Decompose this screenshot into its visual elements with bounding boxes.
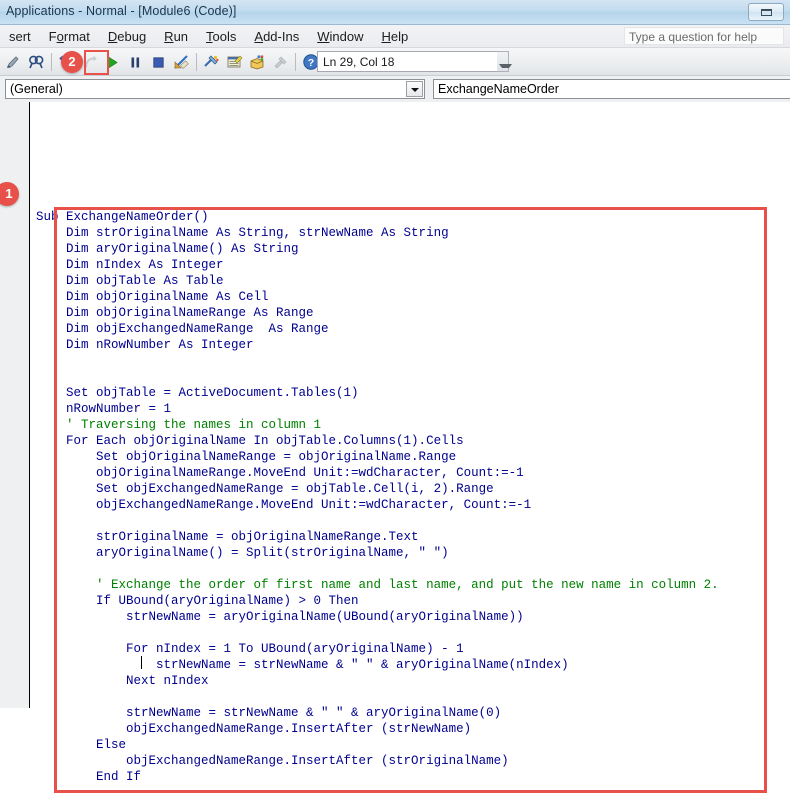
text-caret (141, 656, 142, 669)
code-line: Else (36, 738, 127, 752)
project-explorer-icon[interactable] (200, 51, 223, 74)
object-dropdown[interactable]: (General) (5, 79, 425, 99)
code-line: For Each objOriginalName In objTable.Col… (36, 434, 464, 448)
menu-item-insert[interactable]: sert (0, 27, 40, 46)
code-line: strOriginalName = objOriginalNameRange.T… (36, 530, 419, 544)
code-line: Set objExchangedNameRange = objTable.Cel… (36, 482, 494, 496)
code-line: Set objOriginalNameRange = objOriginalNa… (36, 450, 457, 464)
find-icon[interactable] (25, 51, 48, 74)
toolbar-separator (295, 53, 296, 71)
object-dropdown-value: (General) (10, 82, 63, 96)
menu-bar: sert Format Debug Run Tools Add-Ins Wind… (0, 25, 790, 48)
toolbox-icon (269, 51, 292, 74)
code-line: For nIndex = 1 To UBound(aryOriginalName… (36, 642, 464, 656)
code-line: Dim objOriginalNameRange As Range (36, 306, 314, 320)
code-line: Next nIndex (36, 674, 209, 688)
code-line: Dim nIndex As Integer (36, 258, 224, 272)
code-line: If UBound(aryOriginalName) > 0 Then (36, 594, 359, 608)
code-line: Dim objOriginalName As Cell (36, 290, 269, 304)
code-line: objExchangedNameRange.InsertAfter (strNe… (36, 722, 472, 736)
code-line: Dim aryOriginalName() As String (36, 242, 299, 256)
menu-item-tools[interactable]: Tools (197, 27, 245, 46)
code-line: objExchangedNameRange.MoveEnd Unit:=wdCh… (36, 498, 532, 512)
menu-item-run[interactable]: Run (155, 27, 197, 46)
toolbar-icon-group: ? (2, 50, 322, 74)
code-line: ' Traversing the names in column 1 (36, 418, 322, 432)
code-line: Dim objTable As Table (36, 274, 224, 288)
code-line: objOriginalNameRange.MoveEnd Unit:=wdCha… (36, 466, 524, 480)
window-title: Applications - Normal - [Module6 (Code)] (6, 4, 237, 18)
line-column-indicator: Ln 29, Col 18 (317, 51, 507, 72)
menu-item-format[interactable]: Format (40, 27, 99, 46)
code-line: strNewName = aryOriginalName(UBound(aryO… (36, 610, 524, 624)
code-line: Dim objExchangedNameRange As Range (36, 322, 329, 336)
menu-item-add-ins[interactable]: Add-Ins (245, 27, 308, 46)
svg-text:?: ? (307, 57, 313, 69)
procedure-dropdown[interactable]: ExchangeNameOrder (433, 79, 790, 99)
code-line: Set objTable = ActiveDocument.Tables(1) (36, 386, 359, 400)
toolbar-separator (196, 53, 197, 71)
code-line: Dim nRowNumber As Integer (36, 338, 254, 352)
procedure-dropdown-value: ExchangeNameOrder (438, 82, 559, 96)
design-mode-icon[interactable] (2, 51, 25, 74)
code-text[interactable]: Sub ExchangeNameOrder() Dim strOriginalN… (36, 209, 778, 789)
restore-window-button[interactable] (748, 3, 784, 21)
code-line: nRowNumber = 1 (36, 402, 172, 416)
standard-toolbar: ? Ln 29, Col 18 (0, 48, 790, 76)
code-pane-header: (General) ExchangeNameOrder (0, 76, 790, 102)
design-mode-toggle-icon[interactable] (170, 51, 193, 74)
line-column-value: Ln 29, Col 18 (323, 55, 395, 69)
toolbar-overflow-handle[interactable] (497, 51, 512, 72)
ask-a-question-box[interactable]: Type a question for help (624, 27, 784, 45)
code-line: Dim strOriginalName As String, strNewNam… (36, 226, 449, 240)
title-bar: Applications - Normal - [Module6 (Code)] (0, 0, 790, 25)
menu-item-debug[interactable]: Debug (99, 27, 155, 46)
code-line: Sub ExchangeNameOrder() (36, 210, 209, 224)
code-line: strNewName = strNewName & " " & aryOrigi… (36, 658, 569, 672)
object-browser-icon[interactable] (246, 51, 269, 74)
code-pane: Sub ExchangeNameOrder() Dim strOriginalN… (0, 102, 790, 793)
code-line: objExchangedNameRange.InsertAfter (strOr… (36, 754, 509, 768)
run-button-highlight-box (84, 50, 109, 75)
code-line: End If (36, 770, 142, 784)
break-icon[interactable] (124, 51, 147, 74)
menu-item-window[interactable]: Window (308, 27, 372, 46)
code-line: aryOriginalName() = Split(strOriginalNam… (36, 546, 449, 560)
menu-items: sert Format Debug Run Tools Add-Ins Wind… (0, 25, 417, 47)
menu-item-help[interactable]: Help (372, 27, 417, 46)
code-line: strNewName = strNewName & " " & aryOrigi… (36, 706, 502, 720)
code-line: ' Exchange the order of first name and l… (36, 578, 719, 592)
chevron-down-icon[interactable] (406, 81, 423, 97)
callout-badge-2: 2 (61, 51, 83, 73)
properties-window-icon[interactable] (223, 51, 246, 74)
reset-icon[interactable] (147, 51, 170, 74)
toolbar-separator (51, 53, 52, 71)
vba-editor-window: Applications - Normal - [Module6 (Code)]… (0, 0, 790, 793)
menu-item-format-rest: rmat (63, 28, 90, 44)
